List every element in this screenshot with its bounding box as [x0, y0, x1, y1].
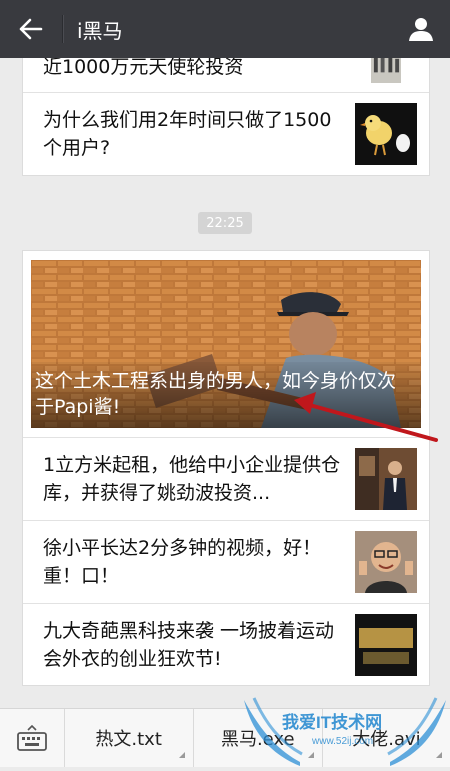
back-arrow-icon	[19, 18, 43, 40]
message-feed[interactable]: 近1000万元天使轮投资 为什么我们用2年时间只做了1500个用户? 22:25…	[0, 58, 450, 708]
article-thumbnail-office	[355, 448, 417, 510]
keyboard-toggle-button[interactable]	[0, 709, 65, 767]
article-row[interactable]: 为什么我们用2年时间只做了1500个用户?	[23, 93, 429, 175]
bottom-menu-bar: 热文.txt 黑马.exe 大佬.avi	[0, 708, 450, 767]
article-title: 徐小平长达2分多钟的视频，好！重！口！	[43, 537, 322, 587]
article-thumbnail-chick	[355, 103, 417, 165]
menu-item-label: 大佬.avi	[352, 729, 421, 750]
menu-item-label: 黑马.exe	[220, 729, 295, 750]
article-title: 1立方米起租，他给中小企业提供仓库，并获得了姚劲波投资...	[43, 454, 341, 504]
page-title: i黑马	[77, 18, 123, 43]
menu-item-hot-articles[interactable]: 热文.txt	[65, 709, 194, 767]
hero-article[interactable]: 这个土木工程系出身的男人，如今身价仅次于Papi酱!	[31, 260, 421, 428]
top-bar: i黑马	[0, 0, 450, 58]
timestamp-badge: 22:25	[198, 212, 252, 234]
article-thumbnail-logo	[355, 614, 417, 676]
submenu-indicator-icon	[436, 752, 442, 758]
back-button[interactable]	[0, 0, 62, 58]
header-divider	[62, 15, 63, 43]
article-row[interactable]: 近1000万元天使轮投资	[23, 58, 429, 91]
hero-title: 这个土木工程系出身的男人，如今身价仅次于Papi酱!	[31, 362, 421, 428]
article-title: 近1000万元天使轮投资	[43, 58, 244, 78]
menu-item-label: 热文.txt	[95, 729, 162, 750]
article-card: 近1000万元天使轮投资 为什么我们用2年时间只做了1500个用户?	[22, 58, 430, 176]
menu-item-bigshots[interactable]: 大佬.avi	[323, 709, 450, 767]
article-row[interactable]: 九大奇葩黑科技来袭 一场披着运动会外衣的创业狂欢节!	[23, 604, 429, 686]
article-title: 九大奇葩黑科技来袭 一场披着运动会外衣的创业狂欢节!	[43, 620, 335, 670]
menu-item-heima[interactable]: 黑马.exe	[194, 709, 323, 767]
article-thumbnail-portrait	[355, 531, 417, 593]
article-row[interactable]: 徐小平长达2分多钟的视频，好！重！口！	[23, 521, 429, 603]
article-title: 为什么我们用2年时间只做了1500个用户?	[43, 109, 332, 159]
profile-button[interactable]	[392, 0, 450, 58]
submenu-indicator-icon	[307, 752, 314, 758]
article-row[interactable]: 1立方米起租，他给中小企业提供仓库，并获得了姚劲波投资...	[23, 438, 429, 520]
person-icon	[409, 18, 433, 41]
submenu-indicator-icon	[178, 752, 185, 758]
article-card: 这个土木工程系出身的男人，如今身价仅次于Papi酱! 1立方米起租，他给中小企业…	[22, 250, 430, 686]
article-thumbnail-photo	[371, 58, 401, 83]
keyboard-icon	[16, 725, 47, 751]
